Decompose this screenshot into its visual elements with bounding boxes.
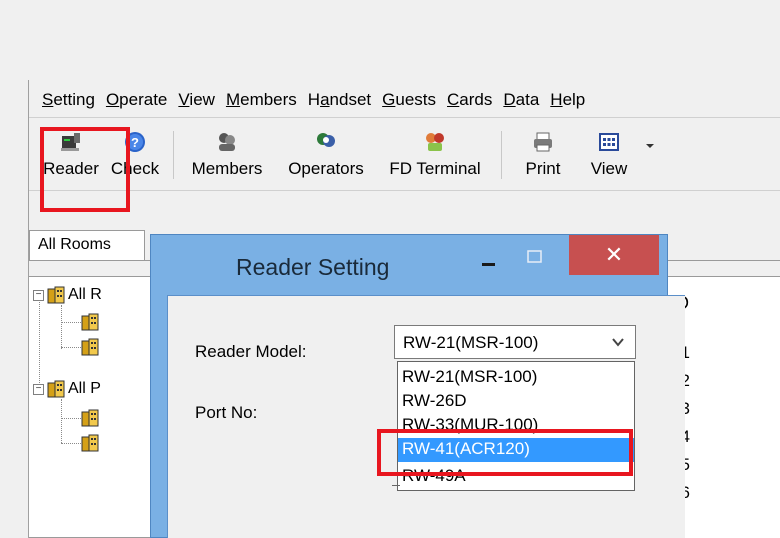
maximize-icon xyxy=(527,250,542,263)
option-highlight-box xyxy=(377,429,633,476)
tree-node-child[interactable] xyxy=(81,311,102,333)
building-icon xyxy=(47,286,65,304)
tree-node-child[interactable] xyxy=(81,336,102,358)
dialog-title: Reader Setting xyxy=(236,254,390,280)
tree-node-all-p[interactable]: − All P xyxy=(33,378,101,400)
close-icon: ✕ xyxy=(604,242,624,267)
maximize-button[interactable] xyxy=(525,247,545,267)
menu-bar: Setting Operate View Members Handset Gue… xyxy=(37,88,591,114)
port-field-underline xyxy=(392,485,400,486)
tree-connector xyxy=(39,295,40,387)
dropdown-option[interactable]: RW-21(MSR-100) xyxy=(398,366,634,390)
menu-help[interactable]: Help xyxy=(545,88,591,114)
tree-node-all-rooms[interactable]: − All R xyxy=(33,284,102,306)
reader-model-select[interactable]: RW-21(MSR-100) xyxy=(394,325,636,359)
svg-text:?: ? xyxy=(131,135,139,150)
tree-connector xyxy=(61,322,81,323)
operators-button[interactable]: Operators xyxy=(279,125,373,183)
menu-divider xyxy=(29,117,780,118)
grid-view-icon xyxy=(597,130,621,154)
collapse-icon[interactable]: − xyxy=(33,289,44,301)
minimize-icon xyxy=(482,263,495,266)
menu-members[interactable]: Members xyxy=(221,88,303,114)
menu-cards[interactable]: Cards xyxy=(442,88,498,114)
operators-icon xyxy=(314,130,338,154)
menu-handset[interactable]: Handset xyxy=(303,88,377,114)
tab-all-rooms[interactable]: All Rooms xyxy=(29,230,145,260)
menu-operate[interactable]: Operate xyxy=(101,88,173,114)
toolbar-separator xyxy=(501,131,502,179)
building-icon xyxy=(81,409,99,427)
toolbar-divider xyxy=(29,190,780,191)
fd-terminal-icon xyxy=(423,130,447,154)
menu-view[interactable]: View xyxy=(173,88,221,114)
tree-connector xyxy=(61,347,81,348)
building-icon xyxy=(81,338,99,356)
print-button[interactable]: Print xyxy=(513,125,573,183)
tree-connector xyxy=(61,443,81,444)
tree-connector xyxy=(61,418,81,419)
reader-model-label: Reader Model: xyxy=(195,342,307,361)
menu-setting[interactable]: Setting xyxy=(37,88,101,114)
toolbar-separator xyxy=(173,131,174,179)
menu-guests[interactable]: Guests xyxy=(377,88,442,114)
close-button[interactable]: ✕ xyxy=(569,235,659,275)
building-icon xyxy=(81,434,99,452)
collapse-icon[interactable]: − xyxy=(33,383,44,395)
menu-data[interactable]: Data xyxy=(498,88,545,114)
reader-model-selected-value: RW-21(MSR-100) xyxy=(403,333,539,352)
building-icon xyxy=(47,380,65,398)
building-icon xyxy=(81,313,99,331)
toolbar-overflow-button[interactable] xyxy=(639,125,661,183)
dropdown-option[interactable]: RW-26D xyxy=(398,390,634,414)
tree-node-child[interactable] xyxy=(81,432,102,454)
chevron-down-icon xyxy=(612,338,624,347)
view-button[interactable]: View xyxy=(581,125,637,183)
window-top-area xyxy=(0,0,780,80)
tree-connector xyxy=(61,399,62,443)
fd-terminal-button[interactable]: FD Terminal xyxy=(377,125,493,183)
members-icon xyxy=(215,130,239,154)
reader-highlight-box xyxy=(40,127,130,212)
port-label: Port No: xyxy=(195,403,258,422)
members-button[interactable]: Members xyxy=(185,125,269,183)
dropdown-arrow-icon xyxy=(638,130,662,154)
tree-connector xyxy=(61,305,62,349)
printer-icon xyxy=(531,130,555,154)
tree-node-child[interactable] xyxy=(81,407,102,429)
minimize-button[interactable] xyxy=(479,244,499,274)
